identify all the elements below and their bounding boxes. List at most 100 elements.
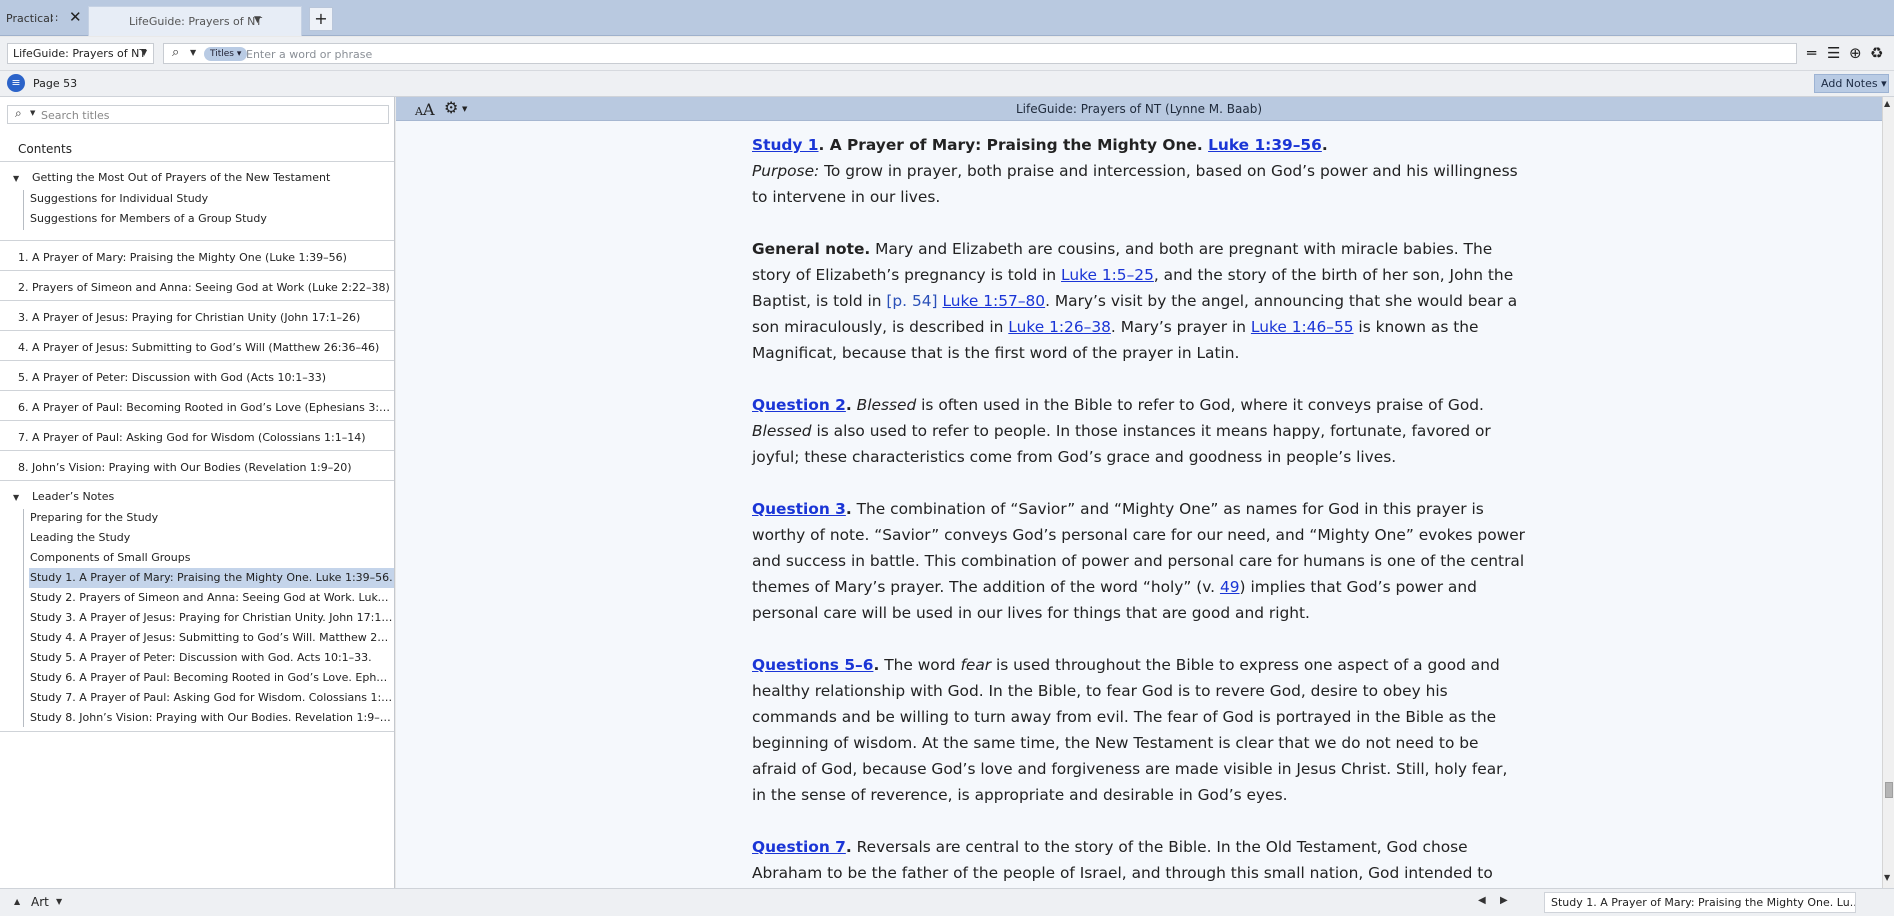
question-2-paragraph: Question 2. Blessed is often used in the… bbox=[752, 396, 1491, 466]
next-icon[interactable]: ▶ bbox=[1500, 895, 1508, 906]
toc-item[interactable]: Study 6. A Prayer of Paul: Becoming Root… bbox=[30, 668, 393, 688]
scripture-link[interactable]: Luke 1:39–56 bbox=[1208, 136, 1322, 154]
search-icon[interactable]: ⌕ bbox=[15, 106, 22, 121]
new-tab-button[interactable]: + bbox=[309, 7, 333, 31]
questions-5-6-link[interactable]: Questions 5–6 bbox=[752, 656, 873, 674]
questions-5-6-paragraph: Questions 5–6. The word fear is used thr… bbox=[752, 656, 1508, 804]
general-note-paragraph: General note. Mary and Elizabeth are cou… bbox=[752, 236, 1526, 366]
emphasis: Blessed bbox=[752, 422, 812, 440]
reader-header: AA ⚙ ▼ LifeGuide: Prayers of NT (Lynne M… bbox=[396, 97, 1882, 121]
chevron-down-icon[interactable]: ▼ bbox=[141, 48, 147, 57]
verse-link[interactable]: 49 bbox=[1220, 578, 1240, 596]
close-icon[interactable]: ✕ bbox=[69, 8, 82, 26]
divider bbox=[0, 270, 394, 271]
question-7-paragraph: Question 7. Reversals are central to the… bbox=[752, 834, 1526, 888]
question-7-link[interactable]: Question 7 bbox=[752, 838, 846, 856]
toc-item[interactable]: Study 8. John’s Vision: Praying with Our… bbox=[30, 708, 393, 728]
scripture-link[interactable]: Luke 1:26–38 bbox=[1008, 318, 1111, 336]
question-3-link[interactable]: Question 3 bbox=[752, 500, 846, 518]
reader-title: LifeGuide: Prayers of NT (Lynne M. Baab) bbox=[1015, 102, 1263, 116]
tree-line bbox=[23, 509, 24, 727]
search-icon[interactable]: ⌕ bbox=[172, 45, 179, 60]
collapse-icon[interactable]: ▼ bbox=[13, 493, 19, 502]
paragraph-text: Reversals are central to the story of th… bbox=[752, 838, 1493, 882]
toc-item[interactable]: Suggestions for Individual Study bbox=[30, 189, 393, 209]
toc-item[interactable]: Study 7. A Prayer of Paul: Asking God fo… bbox=[30, 688, 393, 708]
collapse-icon[interactable]: ▼ bbox=[13, 174, 19, 183]
outline-icon[interactable]: ☰ bbox=[1827, 45, 1840, 61]
divider bbox=[0, 360, 394, 361]
toc-item[interactable]: Components of Small Groups bbox=[30, 548, 393, 568]
toc-study-3[interactable]: 3. A Prayer of Jesus: Praying for Christ… bbox=[18, 311, 392, 324]
add-circle-icon[interactable]: ⊕ bbox=[1849, 45, 1862, 61]
purpose-text: To grow in prayer, both praise and inter… bbox=[752, 162, 1518, 206]
toc-item[interactable]: Leading the Study bbox=[30, 528, 393, 548]
chevron-down-icon[interactable]: ▼ bbox=[190, 48, 196, 57]
toc-study-1[interactable]: 1. A Prayer of Mary: Praising the Mighty… bbox=[18, 251, 392, 264]
study-heading-paragraph: Study 1. A Prayer of Mary: Praising the … bbox=[752, 136, 1518, 206]
page-marker: [p. 54] bbox=[886, 292, 938, 310]
list-view-icon[interactable]: ═ bbox=[1807, 45, 1816, 61]
search-input[interactable] bbox=[246, 46, 1786, 62]
toc-study-4[interactable]: 4. A Prayer of Jesus: Submitting to God’… bbox=[18, 341, 392, 354]
article-body: Study 1. A Prayer of Mary: Praising the … bbox=[752, 132, 1526, 888]
resource-selector[interactable]: LifeGuide: Prayers of NT ▼ bbox=[7, 43, 154, 64]
divider bbox=[0, 420, 394, 421]
scripture-link[interactable]: Luke 1:57–80 bbox=[942, 292, 1045, 310]
divider bbox=[0, 300, 394, 301]
toc-item-selected[interactable]: Study 1. A Prayer of Mary: Praising the … bbox=[29, 568, 394, 588]
previous-icon[interactable]: ◀ bbox=[1478, 895, 1486, 906]
scripture-link[interactable]: Luke 1:5–25 bbox=[1061, 266, 1154, 284]
chevron-down-icon[interactable]: ▼ bbox=[56, 897, 62, 906]
tab-bar: Practical ∷ ✕ LifeGuide: Prayers of NT ▼… bbox=[0, 0, 1894, 36]
toc-item[interactable]: Study 4. A Prayer of Jesus: Submitting t… bbox=[30, 628, 393, 648]
scrollbar-thumb[interactable] bbox=[1885, 782, 1893, 798]
document-tab[interactable]: LifeGuide: Prayers of NT ▼ bbox=[88, 6, 302, 36]
search-box: ⌕ ▼ Titles ▾ bbox=[163, 43, 1797, 64]
scripture-link[interactable]: Luke 1:46–55 bbox=[1251, 318, 1354, 336]
toc-item[interactable]: Study 2. Prayers of Simeon and Anna: See… bbox=[30, 588, 393, 608]
chevron-down-icon[interactable]: ▼ bbox=[30, 109, 35, 117]
sync-icon[interactable]: ♻ bbox=[1870, 45, 1883, 61]
panel-label[interactable]: Art bbox=[31, 895, 49, 909]
contents-heading[interactable]: Contents bbox=[18, 142, 72, 156]
toc-section-getting-most[interactable]: Getting the Most Out of Prayers of the N… bbox=[32, 171, 392, 184]
purpose-label: Purpose: bbox=[752, 162, 820, 180]
table-of-contents-icon[interactable]: ≡ bbox=[7, 74, 25, 92]
document-tab-label: LifeGuide: Prayers of NT bbox=[129, 15, 263, 28]
toolbar: LifeGuide: Prayers of NT ▼ ⌕ ▼ Titles ▾ … bbox=[0, 37, 1894, 71]
toc-item[interactable]: Study 3. A Prayer of Jesus: Praying for … bbox=[30, 608, 393, 628]
toc-study-5[interactable]: 5. A Prayer of Peter: Discussion with Go… bbox=[18, 371, 392, 384]
title-search-input[interactable] bbox=[41, 108, 381, 122]
toc-study-7[interactable]: 7. A Prayer of Paul: Asking God for Wisd… bbox=[18, 431, 392, 444]
toc-study-6[interactable]: 6. A Prayer of Paul: Becoming Rooted in … bbox=[18, 401, 392, 414]
vertical-scrollbar[interactable]: ▲ ▼ bbox=[1882, 97, 1894, 888]
location-box[interactable]: Study 1. A Prayer of Mary: Praising the … bbox=[1544, 892, 1856, 913]
table-of-contents-panel: ⌕ ▼ Contents ▼ Getting the Most Out of P… bbox=[0, 97, 395, 888]
page-bar: ≡ Page 53 Add Notes ▾ bbox=[0, 71, 1894, 97]
toc-item[interactable]: Suggestions for Members of a Group Study bbox=[30, 209, 393, 229]
toc-study-8[interactable]: 8. John’s Vision: Praying with Our Bodie… bbox=[18, 461, 392, 474]
emphasis: fear bbox=[960, 656, 992, 674]
search-scope-pill[interactable]: Titles ▾ bbox=[204, 47, 248, 61]
search-scope-label: Titles bbox=[210, 49, 234, 59]
study-link[interactable]: Study 1 bbox=[752, 136, 819, 154]
chevron-up-icon[interactable]: ▲ bbox=[14, 897, 20, 906]
scroll-down-icon[interactable]: ▼ bbox=[1884, 873, 1890, 882]
divider bbox=[0, 390, 394, 391]
paragraph-text: is often used in the Bible to refer to G… bbox=[916, 396, 1484, 414]
scroll-up-icon[interactable]: ▲ bbox=[1884, 99, 1890, 108]
paragraph-text: is also used to refer to people. In thos… bbox=[752, 422, 1491, 466]
workspace-label[interactable]: Practical bbox=[6, 12, 53, 25]
layout-grid-icon[interactable]: ∷ bbox=[51, 12, 58, 25]
toc-section-leaders-notes[interactable]: Leader’s Notes bbox=[32, 490, 392, 503]
add-notes-button[interactable]: Add Notes ▾ bbox=[1814, 74, 1889, 93]
toc-study-2[interactable]: 2. Prayers of Simeon and Anna: Seeing Go… bbox=[18, 281, 392, 294]
question-2-link[interactable]: Question 2 bbox=[752, 396, 846, 414]
divider bbox=[0, 480, 394, 481]
toc-item[interactable]: Preparing for the Study bbox=[30, 508, 393, 528]
plus-icon: + bbox=[314, 9, 328, 28]
chevron-down-icon[interactable]: ▼ bbox=[254, 15, 261, 25]
resource-selector-label: LifeGuide: Prayers of NT bbox=[13, 47, 147, 60]
toc-item[interactable]: Study 5. A Prayer of Peter: Discussion w… bbox=[30, 648, 393, 668]
